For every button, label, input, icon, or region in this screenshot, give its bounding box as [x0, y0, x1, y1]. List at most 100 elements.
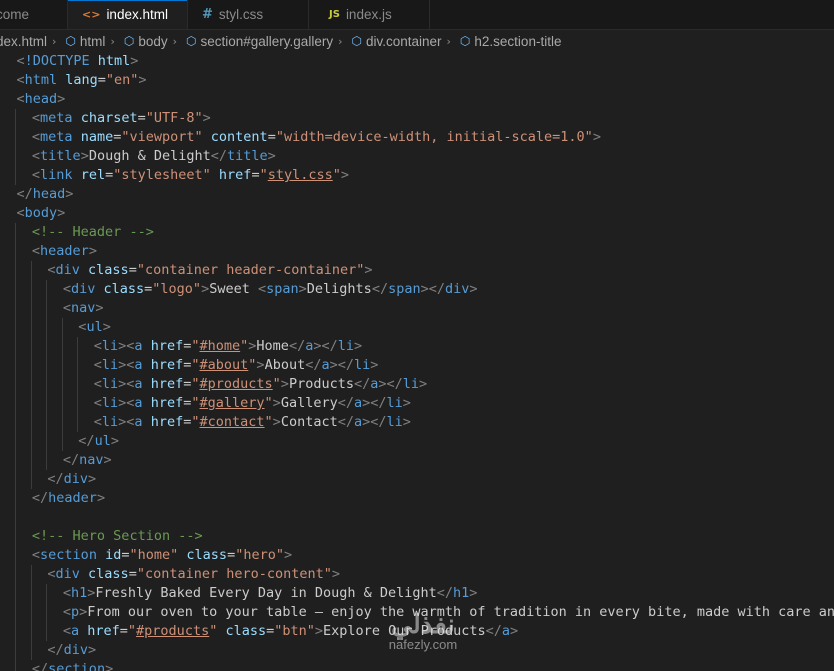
code-token: >	[314, 623, 324, 639]
chevron-right-icon: ›	[172, 34, 178, 48]
code-token: "	[332, 167, 341, 183]
code-token: li	[386, 414, 403, 430]
breadcrumb-item-file[interactable]: dex.html	[0, 34, 47, 49]
tab-index-html[interactable]: <> index.html ×	[68, 0, 188, 29]
code-token: </	[353, 376, 371, 392]
code-line[interactable]: <html lang="en">	[16, 71, 146, 90]
code-line[interactable]: <!-- Hero Section -->	[32, 527, 203, 546]
code-line[interactable]: <li><a href="#home">Home</a></li>	[94, 337, 362, 356]
element-cube-icon: ⬡	[123, 34, 135, 48]
tab-index-js[interactable]: JS index.js	[309, 0, 430, 29]
code-line[interactable]: <div class="container header-container">	[47, 261, 372, 280]
code-token: !DOCTYPE	[24, 53, 90, 69]
code-line[interactable]: </div>	[47, 641, 96, 660]
code-token: html	[97, 53, 131, 69]
code-line[interactable]: <!DOCTYPE html>	[16, 52, 138, 71]
code-token: li	[101, 414, 119, 430]
code-line[interactable]: <li><a href="#gallery">Gallery</a></li>	[94, 394, 411, 413]
code-token: >	[267, 148, 276, 164]
code-token: Products	[288, 376, 354, 392]
chevron-right-icon: ›	[338, 34, 343, 48]
code-line[interactable]: <body>	[16, 204, 65, 223]
code-token: <	[31, 167, 41, 183]
code-editor[interactable]: <!DOCTYPE html> <html lang="en"> <head> <me…	[0, 52, 834, 671]
code-token: <	[93, 395, 102, 411]
code-token: >	[130, 53, 139, 69]
code-token: li	[402, 376, 420, 392]
breadcrumb-item-h2[interactable]: › ⬡ h2.section-title	[442, 34, 562, 49]
code-token: >	[402, 395, 411, 411]
code-line[interactable]: </ul>	[78, 432, 119, 451]
code-token: </	[485, 623, 502, 639]
code-token: div	[63, 642, 89, 658]
code-token: div	[55, 262, 80, 278]
code-line[interactable]: <li><a href="#about">About</a></li>	[94, 356, 379, 375]
code-token: nav	[79, 452, 104, 468]
code-line[interactable]: <meta name="viewport" content="width=dev…	[32, 128, 601, 147]
breadcrumb-item-html[interactable]: › ⬡ html	[47, 34, 105, 49]
code-line[interactable]: </nav>	[63, 451, 112, 470]
code-token: >	[592, 129, 601, 145]
code-line[interactable]: <head>	[16, 90, 65, 109]
indent-guide	[15, 109, 16, 185]
code-line[interactable]: <!-- Header -->	[32, 223, 154, 242]
code-token: <	[62, 300, 71, 316]
code-line[interactable]: <div class="container hero-content">	[47, 565, 340, 584]
code-line[interactable]: </section>	[32, 660, 113, 671]
code-token: </	[47, 471, 64, 487]
code-line[interactable]: </header>	[32, 489, 105, 508]
code-line[interactable]: <li><a href="#contact">Contact</a></li>	[94, 413, 411, 432]
code-token: "	[264, 414, 273, 430]
code-token: div	[63, 471, 89, 487]
js-file-icon: JS	[329, 9, 340, 20]
breadcrumb-label: dex.html	[0, 33, 48, 49]
code-line[interactable]: <div class="logo">Sweet <span>Delights</…	[63, 280, 478, 299]
breadcrumb-item-section[interactable]: › ⬡ section#gallery.gallery	[168, 34, 333, 49]
code-token: a	[501, 623, 511, 639]
code-line[interactable]: <link rel="stylesheet" href="styl.css">	[32, 166, 349, 185]
breadcrumb-item-body[interactable]: › ⬡ body	[105, 34, 167, 49]
code-token: >	[88, 642, 97, 658]
code-line[interactable]: <ul>	[78, 318, 111, 337]
code-token: class	[88, 566, 129, 582]
code-token: ></	[313, 338, 338, 354]
code-token: "	[191, 357, 200, 373]
code-line[interactable]: </head>	[16, 185, 73, 204]
code-line[interactable]: <h1>Freshly Baked Every Day in Dough & D…	[63, 584, 478, 603]
code-token: ><	[118, 357, 135, 373]
code-token: >	[201, 281, 210, 297]
breadcrumb-label: body	[138, 33, 168, 49]
code-token: Freshly Baked Every Day in Dough & Delig…	[95, 585, 437, 601]
code-token: class	[225, 623, 267, 639]
code-line[interactable]: <meta charset="UTF-8">	[32, 109, 211, 128]
code-token: ></	[362, 414, 387, 430]
code-token: >	[57, 91, 66, 107]
code-token: =	[137, 110, 146, 126]
code-token: <	[62, 585, 71, 601]
code-line[interactable]: <section id="home" class="hero">	[32, 546, 292, 565]
code-token: link	[40, 167, 73, 183]
code-token: </	[16, 186, 33, 202]
code-token: <	[31, 148, 41, 164]
code-line[interactable]: <title>Dough & Delight</title>	[32, 147, 276, 166]
breadcrumb-label: h2.section-title	[474, 33, 562, 49]
code-token: =	[119, 623, 128, 639]
tab-styl-css[interactable]: # styl.css	[188, 0, 309, 29]
code-token: >	[110, 433, 119, 449]
code-token: #products	[199, 376, 273, 392]
code-token: <!-- Header -->	[31, 224, 154, 240]
code-line[interactable]: <header>	[32, 242, 97, 261]
element-cube-icon: ⬡	[459, 34, 471, 48]
code-token: a	[134, 338, 143, 354]
tab-welcome[interactable]: lcome	[0, 0, 68, 29]
code-token: li	[354, 357, 371, 373]
code-token: ><	[118, 395, 135, 411]
code-token: head	[32, 186, 66, 202]
breadcrumb-item-container[interactable]: › ⬡ div.container	[333, 34, 441, 49]
code-line[interactable]: </div>	[47, 470, 96, 489]
code-line[interactable]: <li><a href="#products">Products</a></li…	[94, 375, 427, 394]
code-line[interactable]: <nav>	[63, 299, 104, 318]
